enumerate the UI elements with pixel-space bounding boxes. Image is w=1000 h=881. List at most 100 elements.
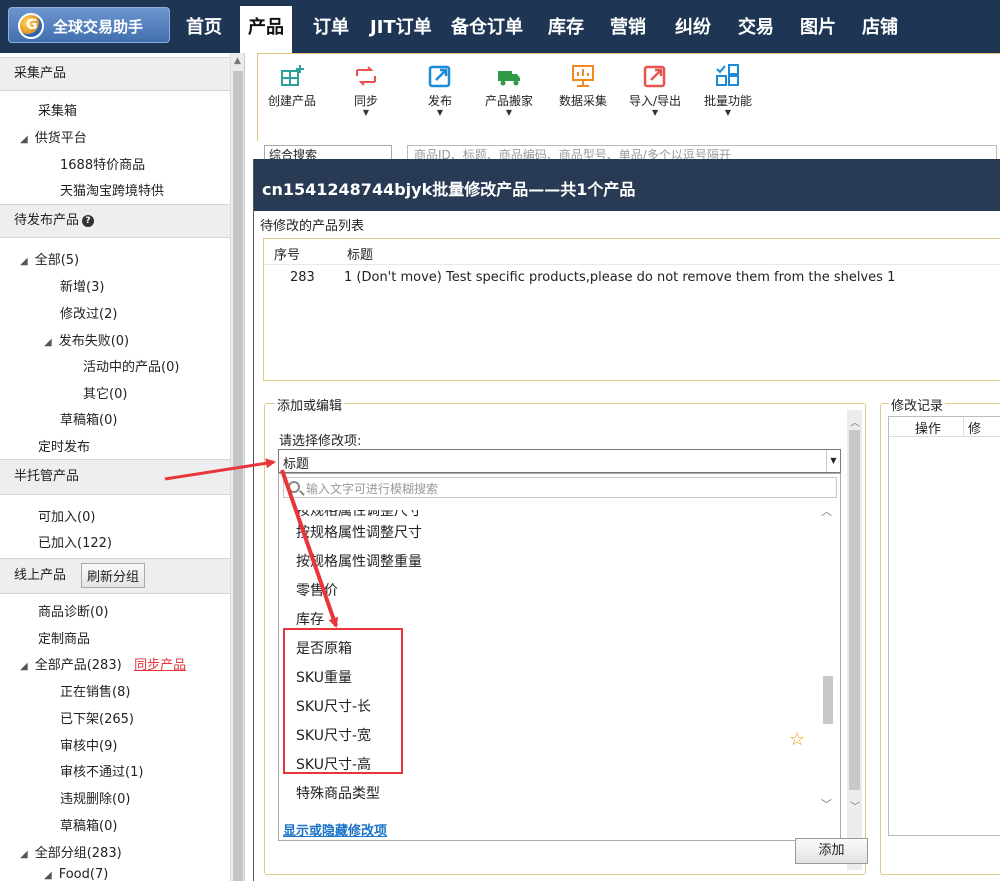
- nav-images[interactable]: 图片: [800, 13, 836, 39]
- globe-logo-icon: G: [18, 13, 44, 39]
- sidebar-item-publish-failed[interactable]: ◢ 发布失败(0): [44, 330, 129, 349]
- column-header-title[interactable]: 标题: [347, 244, 373, 263]
- sidebar-item-reviewing[interactable]: 审核中(9): [60, 735, 117, 754]
- app-logo[interactable]: G 全球交易助手: [8, 7, 170, 43]
- sidebar-item-on-sale[interactable]: 正在销售(8): [60, 681, 130, 700]
- import-export-dropdown-button[interactable]: 导入/导出 ▼: [629, 64, 681, 117]
- scrollbar-thumb[interactable]: [849, 430, 860, 790]
- section-semi-managed[interactable]: 半托管产品: [0, 459, 230, 495]
- caret-down-icon: ▼: [651, 108, 659, 117]
- row-index: 283: [290, 270, 315, 285]
- list-item[interactable]: 按规格属性调整尺寸: [296, 510, 422, 520]
- expanded-triangle-icon[interactable]: ◢: [20, 134, 28, 145]
- scrollbar-thumb[interactable]: [823, 676, 833, 724]
- help-icon[interactable]: ?: [82, 215, 95, 227]
- batch-function-dropdown-button[interactable]: 批量功能 ▼: [704, 64, 752, 117]
- section-collect[interactable]: 采集产品: [0, 57, 230, 91]
- truck-icon: [498, 71, 520, 86]
- sidebar-item-joined[interactable]: 已加入(122): [38, 532, 112, 551]
- show-hide-items-link[interactable]: 显示或隐藏修改项: [283, 820, 387, 839]
- list-item[interactable]: 按规格属性调整尺寸: [296, 522, 422, 542]
- caret-down-icon: ▼: [436, 108, 444, 117]
- data-collect-button[interactable]: 数据采集: [559, 64, 607, 109]
- dropdown-scrollbar[interactable]: ︿ ﹀: [809, 501, 833, 812]
- sidebar-item-tmall[interactable]: 天猫淘宝跨境特供: [60, 180, 164, 199]
- sidebar-item-active-products[interactable]: 活动中的产品(0): [83, 356, 179, 375]
- create-product-button[interactable]: 创建产品: [268, 64, 316, 109]
- sidebar-item-review-failed[interactable]: 审核不通过(1): [60, 761, 143, 780]
- nav-products[interactable]: 产品: [240, 6, 292, 53]
- add-button[interactable]: 添加: [795, 838, 868, 864]
- sidebar-item-drafts-online[interactable]: 草稿箱(0): [60, 815, 117, 834]
- section-pending[interactable]: 待发布产品?: [0, 204, 230, 238]
- list-item[interactable]: 特殊商品类型: [296, 783, 380, 803]
- nav-marketing[interactable]: 营销: [610, 13, 646, 39]
- fuzzy-search-input[interactable]: 输入文字可进行模糊搜索: [283, 477, 837, 498]
- expanded-triangle-icon[interactable]: ◢: [44, 870, 52, 881]
- table-header: 操作 修: [889, 417, 1000, 437]
- nav-orders[interactable]: 订单: [313, 13, 349, 39]
- column-header-action[interactable]: 操作: [915, 418, 941, 437]
- scroll-up-arrow-icon[interactable]: ︿: [850, 414, 860, 429]
- caret-down-icon: ▼: [724, 108, 732, 117]
- sidebar-item-supply-platform[interactable]: ◢ 供货平台: [20, 127, 87, 146]
- nav-trade[interactable]: 交易: [738, 13, 774, 39]
- sidebar-scrollbar[interactable]: ▲: [230, 53, 244, 881]
- dropdown-arrow-icon[interactable]: ▼: [826, 450, 840, 472]
- scroll-down-arrow-icon[interactable]: ﹀: [850, 798, 860, 813]
- sidebar-item-can-join[interactable]: 可加入(0): [38, 506, 95, 525]
- sidebar-item-custom[interactable]: 定制商品: [38, 628, 90, 647]
- sidebar-item-other[interactable]: 其它(0): [83, 383, 127, 402]
- sidebar-item-food[interactable]: ◢ Food(7): [44, 867, 108, 881]
- search-row: 综合搜索 商品ID、标题、商品编码、商品型号、单品/多个以逗号隔开: [262, 145, 1000, 159]
- column-header-truncated[interactable]: 修: [963, 418, 981, 437]
- product-move-dropdown-button[interactable]: 产品搬家 ▼: [485, 64, 533, 117]
- nav-stock-orders[interactable]: 备仓订单: [451, 13, 523, 39]
- sidebar-item-scheduled[interactable]: 定时发布: [38, 436, 90, 455]
- modify-item-combobox[interactable]: 标题 ▼: [278, 449, 841, 473]
- table-header: 序号 标题: [264, 239, 1000, 265]
- sync-dropdown-button[interactable]: 同步 ▼: [353, 64, 379, 117]
- list-item[interactable]: 库存: [296, 609, 324, 629]
- nav-inventory[interactable]: 库存: [548, 13, 584, 39]
- column-header-index[interactable]: 序号: [274, 244, 300, 263]
- scrollbar-thumb[interactable]: [233, 71, 243, 881]
- nav-jit-orders[interactable]: JIT订单: [370, 13, 432, 39]
- caret-down-icon: ▼: [505, 108, 513, 117]
- sync-products-link[interactable]: 同步产品: [134, 658, 186, 673]
- scroll-up-arrow-icon[interactable]: ︿: [821, 503, 832, 519]
- nav-home[interactable]: 首页: [186, 13, 222, 39]
- sidebar-item-1688[interactable]: 1688特价商品: [60, 154, 145, 173]
- list-item[interactable]: 零售价: [296, 580, 338, 600]
- sidebar-item-violation-deleted[interactable]: 违规删除(0): [60, 788, 130, 807]
- modify-record-table: 操作 修: [888, 416, 1000, 836]
- add-edit-scrollbar[interactable]: ︿ ﹀: [847, 410, 862, 870]
- top-nav-bar: G 全球交易助手 首页 产品 订单 JIT订单 备仓订单 库存 营销 纠纷 交易…: [0, 0, 1000, 53]
- sidebar-item-collect-box[interactable]: 采集箱: [38, 100, 77, 119]
- expanded-triangle-icon[interactable]: ◢: [20, 661, 28, 672]
- sidebar-item-added[interactable]: 新增(3): [60, 276, 104, 295]
- nav-disputes[interactable]: 纠纷: [675, 13, 711, 39]
- import-export-icon: [643, 65, 666, 88]
- star-icon[interactable]: ☆: [789, 729, 805, 750]
- expanded-triangle-icon[interactable]: ◢: [20, 849, 28, 860]
- table-row[interactable]: 283 1 (Don't move) Test specific product…: [264, 267, 1000, 291]
- caret-down-icon: ▼: [362, 108, 370, 117]
- search-input[interactable]: 商品ID、标题、商品编码、商品型号、单品/多个以逗号隔开: [407, 145, 997, 159]
- search-type-select[interactable]: 综合搜索: [264, 145, 392, 159]
- expanded-triangle-icon[interactable]: ◢: [20, 256, 28, 267]
- sidebar-item-modified[interactable]: 修改过(2): [60, 303, 117, 322]
- scroll-down-arrow-icon[interactable]: ﹀: [821, 796, 832, 812]
- sidebar-item-all-products[interactable]: ◢ 全部产品(283) 同步产品: [20, 654, 186, 673]
- sidebar-item-all-groups[interactable]: ◢ 全部分组(283): [20, 842, 122, 861]
- sidebar-item-off-shelf[interactable]: 已下架(265): [60, 708, 134, 727]
- nav-shop[interactable]: 店铺: [862, 13, 898, 39]
- scroll-up-arrow-icon[interactable]: ▲: [234, 56, 241, 66]
- publish-dropdown-button[interactable]: 发布 ▼: [427, 64, 453, 117]
- refresh-group-button[interactable]: 刷新分组: [81, 563, 146, 588]
- sidebar-item-all[interactable]: ◢ 全部(5): [20, 249, 79, 268]
- sidebar-item-drafts[interactable]: 草稿箱(0): [60, 409, 117, 428]
- list-item[interactable]: 按规格属性调整重量: [296, 551, 422, 571]
- expanded-triangle-icon[interactable]: ◢: [44, 337, 52, 348]
- sidebar-item-diagnosis[interactable]: 商品诊断(0): [38, 601, 108, 620]
